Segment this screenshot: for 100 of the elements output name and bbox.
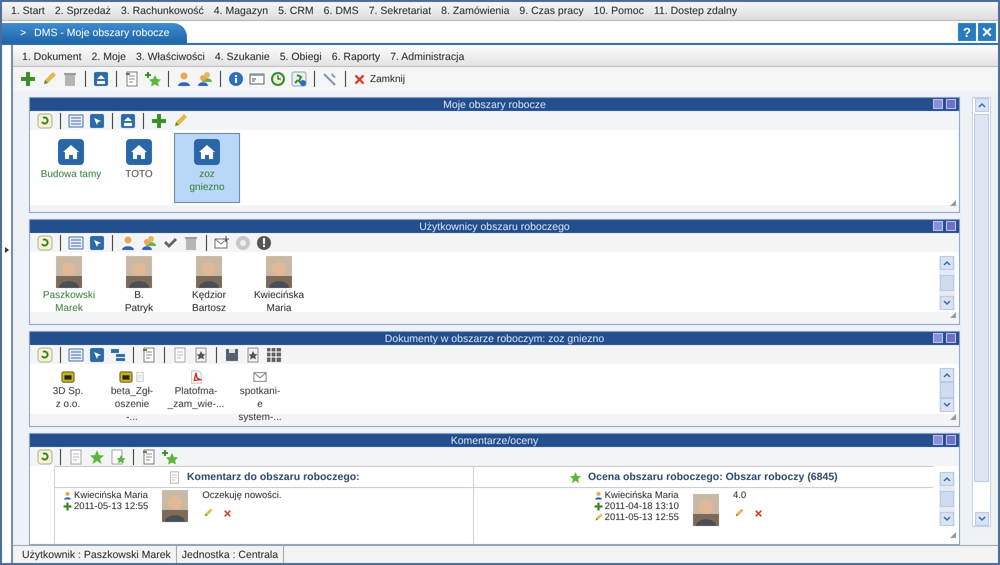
menu-item[interactable]: 6. Raporty xyxy=(326,50,386,62)
close-button[interactable] xyxy=(978,23,996,41)
menu-item[interactable]: 8. Zamówienia xyxy=(436,5,514,17)
scroll-down-button[interactable] xyxy=(940,398,954,412)
trash-button[interactable] xyxy=(61,70,79,88)
refresh-button[interactable] xyxy=(36,112,54,130)
close-icon xyxy=(353,72,366,86)
workspace-tile[interactable]: Budowa tamy xyxy=(38,133,104,203)
user-name[interactable]: Kwiecińska Maria xyxy=(254,289,304,315)
refresh-button[interactable] xyxy=(36,234,54,252)
list-button[interactable] xyxy=(67,346,85,364)
delete-button[interactable] xyxy=(752,507,764,519)
plus-button[interactable] xyxy=(19,70,37,88)
menu-item[interactable]: 7. Administracja xyxy=(385,50,470,62)
list-button[interactable] xyxy=(67,112,85,130)
maximize-button[interactable] xyxy=(946,221,956,231)
edit-button[interactable] xyxy=(202,507,214,519)
scroll-up-button[interactable] xyxy=(940,472,954,486)
user-button[interactable] xyxy=(119,234,137,252)
menu-item[interactable]: 1. Dokument xyxy=(17,50,87,62)
scroll-up-button[interactable] xyxy=(974,98,988,112)
menu-item[interactable]: 2. Sprzedaż xyxy=(50,5,116,17)
select-button[interactable] xyxy=(88,234,106,252)
scroll-thumb[interactable] xyxy=(940,491,954,507)
note-star-button[interactable] xyxy=(109,448,127,466)
pencil-icon xyxy=(594,513,603,522)
menu-item[interactable]: 3. Rachunkowość xyxy=(116,5,209,17)
scroll-thumb[interactable] xyxy=(940,382,954,398)
workspace-tile[interactable]: TOTO xyxy=(106,133,172,203)
star-add-button[interactable] xyxy=(144,70,162,88)
window-icon xyxy=(249,71,265,87)
menu-item[interactable]: 4. Szukanie xyxy=(210,50,275,62)
scroll-down-button[interactable] xyxy=(940,512,954,526)
users-button[interactable] xyxy=(196,70,214,88)
scroll-up-button[interactable] xyxy=(940,368,954,382)
info-button[interactable] xyxy=(227,70,245,88)
scrollbar[interactable] xyxy=(939,472,955,526)
menu-item[interactable]: 10. Pomoc xyxy=(588,5,649,17)
mail-icon xyxy=(214,234,230,250)
scroll-up-button[interactable] xyxy=(940,256,954,270)
runner-button[interactable] xyxy=(290,70,308,88)
alert-button[interactable] xyxy=(255,234,273,252)
created-date: 2011-05-13 12:55 xyxy=(74,501,148,512)
comment-text: Oczekuję nowości. xyxy=(202,490,282,501)
select-button[interactable] xyxy=(88,112,106,130)
scrollbar[interactable] xyxy=(939,368,955,412)
maximize-button[interactable] xyxy=(946,435,956,445)
plus-button[interactable] xyxy=(150,112,168,130)
scroll-down-button[interactable] xyxy=(974,512,988,526)
help-button[interactable]: ? xyxy=(958,23,976,41)
menu-item[interactable]: 1. Start xyxy=(6,5,50,17)
document-name[interactable]: 3D Sp. z o.o. xyxy=(52,385,84,411)
scrollbar[interactable] xyxy=(972,97,991,527)
list-button[interactable] xyxy=(67,234,85,252)
upload-button[interactable] xyxy=(92,70,110,88)
user-name[interactable]: B. Patryk xyxy=(124,289,154,315)
note-star-icon xyxy=(110,448,126,464)
user-button[interactable] xyxy=(175,70,193,88)
user-name[interactable]: Paszkowski Marek xyxy=(42,289,96,315)
document-name[interactable]: beta_Zgł- oszenie -... xyxy=(110,385,154,424)
menu-item[interactable]: 5. Obiegi xyxy=(274,50,327,62)
star-button[interactable] xyxy=(88,448,106,466)
menu-item[interactable]: 9. Czas pracy xyxy=(514,5,589,17)
scrollbar[interactable] xyxy=(939,256,955,310)
user-name[interactable]: Kędzior Bartosz xyxy=(192,289,226,315)
delete-button[interactable] xyxy=(222,507,234,519)
refresh-button[interactable] xyxy=(36,448,54,466)
maximize-button[interactable] xyxy=(946,99,956,109)
menu-item[interactable]: 7. Sekretariat xyxy=(364,5,436,17)
scroll-thumb[interactable] xyxy=(940,275,954,291)
workspace-name: TOTO xyxy=(124,168,154,181)
mail-button[interactable] xyxy=(213,234,231,252)
menu-item[interactable]: 2. Moje xyxy=(86,50,131,62)
document-name[interactable]: spotkani- e system-... xyxy=(238,385,282,424)
refresh-icon xyxy=(37,448,53,464)
disc-icon xyxy=(235,234,251,250)
scroll-down-button[interactable] xyxy=(940,296,954,310)
clock-button[interactable] xyxy=(269,70,287,88)
tool-button[interactable] xyxy=(321,70,339,88)
close-button[interactable]: Zamknij xyxy=(352,72,406,86)
runner-icon xyxy=(291,71,307,87)
menu-item[interactable]: 6. DMS xyxy=(318,5,364,17)
menu-item[interactable]: 5. CRM xyxy=(273,5,319,17)
menu-item[interactable]: 3. Właściwości xyxy=(130,50,210,62)
plus-icon xyxy=(151,112,167,128)
module-tab[interactable]: > DMS - Moje obszary robocze xyxy=(2,23,187,43)
scroll-thumb[interactable] xyxy=(974,114,989,482)
select-button[interactable] xyxy=(88,346,106,364)
grid-button[interactable] xyxy=(265,346,283,364)
user-icon xyxy=(63,491,72,500)
document-name[interactable]: Platofma- _zam_wie-... xyxy=(168,385,224,411)
maximize-button[interactable] xyxy=(946,333,956,343)
star-add-button[interactable] xyxy=(161,448,179,466)
refresh-button[interactable] xyxy=(36,346,54,364)
upload-button[interactable] xyxy=(119,112,137,130)
menu-item[interactable]: 4. Magazyn xyxy=(208,5,274,17)
menu-item[interactable]: 11. Dostep zdalny xyxy=(648,5,742,17)
users-button[interactable] xyxy=(140,234,158,252)
info-icon xyxy=(228,71,244,87)
star-add-icon xyxy=(145,71,161,87)
